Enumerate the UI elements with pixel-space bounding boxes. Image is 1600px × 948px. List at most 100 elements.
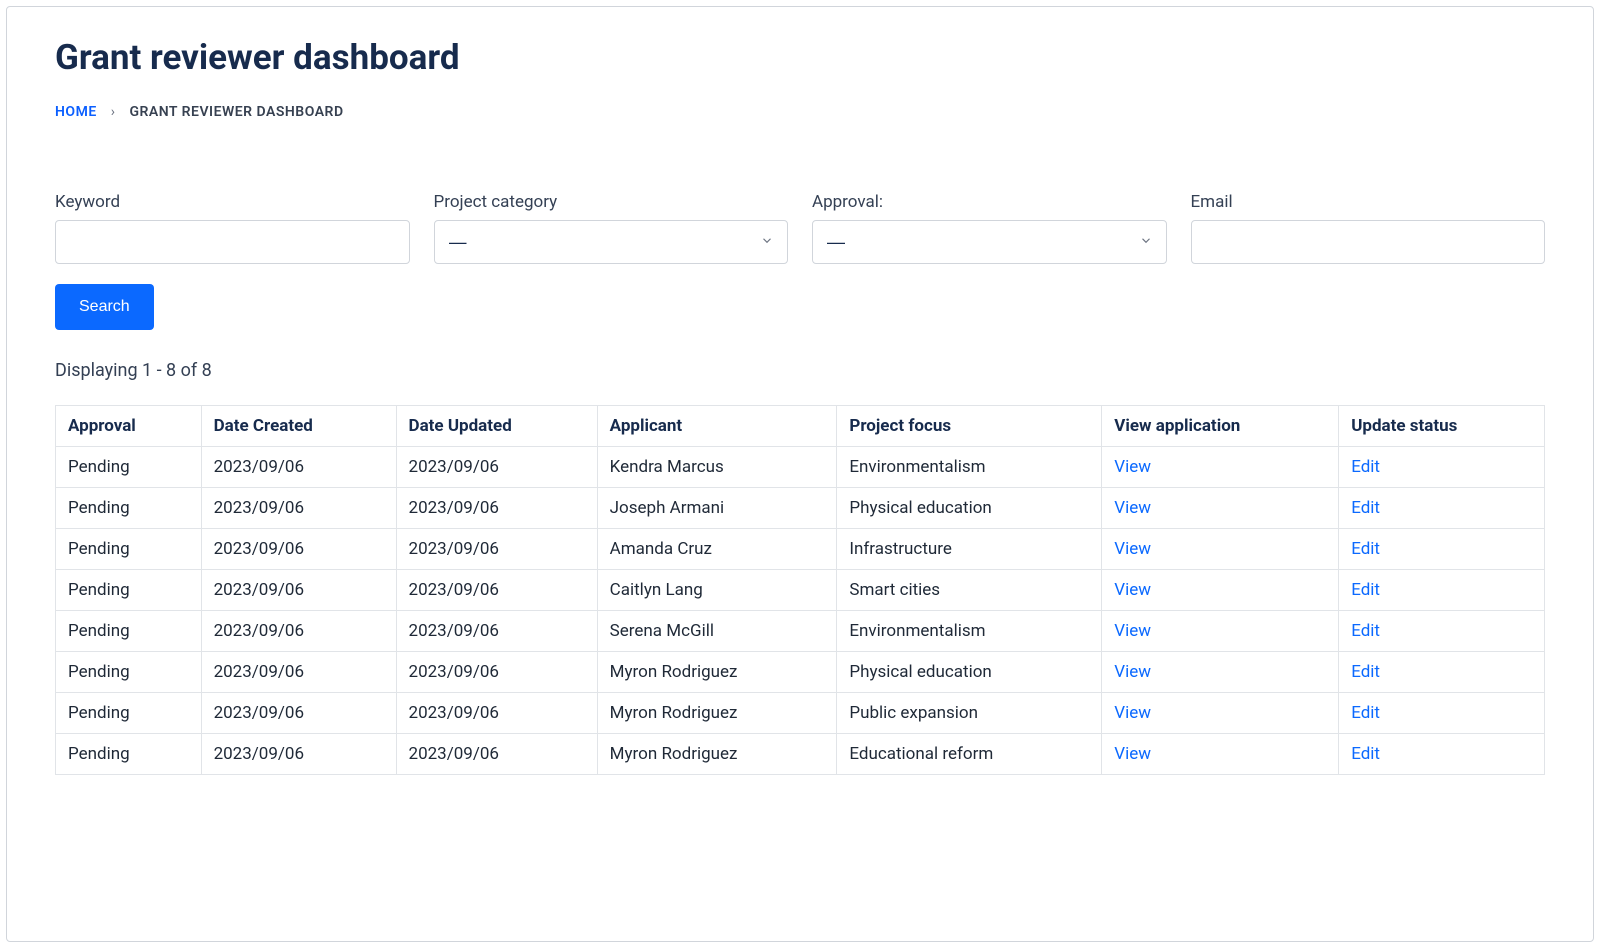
cell-applicant: Myron Rodriguez bbox=[597, 652, 837, 693]
cell-focus: Smart cities bbox=[837, 570, 1102, 611]
cell-focus: Environmentalism bbox=[837, 611, 1102, 652]
category-select[interactable]: — bbox=[434, 220, 789, 264]
cell-updated: 2023/09/06 bbox=[396, 734, 597, 775]
cell-created: 2023/09/06 bbox=[201, 611, 396, 652]
cell-view: View bbox=[1102, 734, 1339, 775]
table-row: Pending2023/09/062023/09/06Kendra Marcus… bbox=[56, 447, 1545, 488]
cell-applicant: Amanda Cruz bbox=[597, 529, 837, 570]
cell-created: 2023/09/06 bbox=[201, 570, 396, 611]
col-updated: Date Updated bbox=[396, 406, 597, 447]
cell-edit: Edit bbox=[1339, 693, 1545, 734]
cell-focus: Physical education bbox=[837, 652, 1102, 693]
cell-focus: Environmentalism bbox=[837, 447, 1102, 488]
table-row: Pending2023/09/062023/09/06Myron Rodrigu… bbox=[56, 693, 1545, 734]
cell-edit: Edit bbox=[1339, 447, 1545, 488]
breadcrumb-current: Grant reviewer dashboard bbox=[129, 104, 343, 120]
cell-edit: Edit bbox=[1339, 734, 1545, 775]
cell-view: View bbox=[1102, 529, 1339, 570]
page-title: Grant reviewer dashboard bbox=[55, 37, 1545, 78]
breadcrumb: Home › Grant reviewer dashboard bbox=[55, 104, 1545, 120]
cell-updated: 2023/09/06 bbox=[396, 447, 597, 488]
table-row: Pending2023/09/062023/09/06Caitlyn LangS… bbox=[56, 570, 1545, 611]
cell-view: View bbox=[1102, 488, 1339, 529]
view-link[interactable]: View bbox=[1114, 457, 1151, 477]
view-link[interactable]: View bbox=[1114, 621, 1151, 641]
edit-link[interactable]: Edit bbox=[1351, 457, 1380, 477]
col-focus: Project focus bbox=[837, 406, 1102, 447]
approval-select[interactable]: — bbox=[812, 220, 1167, 264]
cell-created: 2023/09/06 bbox=[201, 652, 396, 693]
cell-edit: Edit bbox=[1339, 611, 1545, 652]
edit-link[interactable]: Edit bbox=[1351, 662, 1380, 682]
cell-approval: Pending bbox=[56, 529, 202, 570]
cell-edit: Edit bbox=[1339, 570, 1545, 611]
cell-approval: Pending bbox=[56, 652, 202, 693]
table-row: Pending2023/09/062023/09/06Myron Rodrigu… bbox=[56, 652, 1545, 693]
col-view: View application bbox=[1102, 406, 1339, 447]
cell-updated: 2023/09/06 bbox=[396, 488, 597, 529]
keyword-label: Keyword bbox=[55, 192, 410, 212]
edit-link[interactable]: Edit bbox=[1351, 744, 1380, 764]
cell-created: 2023/09/06 bbox=[201, 447, 396, 488]
search-button[interactable]: Search bbox=[55, 284, 154, 330]
cell-approval: Pending bbox=[56, 447, 202, 488]
edit-link[interactable]: Edit bbox=[1351, 580, 1380, 600]
cell-created: 2023/09/06 bbox=[201, 693, 396, 734]
cell-approval: Pending bbox=[56, 488, 202, 529]
cell-updated: 2023/09/06 bbox=[396, 652, 597, 693]
view-link[interactable]: View bbox=[1114, 703, 1151, 723]
view-link[interactable]: View bbox=[1114, 539, 1151, 559]
email-label: Email bbox=[1191, 192, 1546, 212]
cell-view: View bbox=[1102, 693, 1339, 734]
cell-applicant: Myron Rodriguez bbox=[597, 693, 837, 734]
edit-link[interactable]: Edit bbox=[1351, 498, 1380, 518]
cell-updated: 2023/09/06 bbox=[396, 529, 597, 570]
keyword-input[interactable] bbox=[55, 220, 410, 264]
applications-table: Approval Date Created Date Updated Appli… bbox=[55, 405, 1545, 775]
email-input[interactable] bbox=[1191, 220, 1546, 264]
cell-updated: 2023/09/06 bbox=[396, 611, 597, 652]
cell-approval: Pending bbox=[56, 570, 202, 611]
view-link[interactable]: View bbox=[1114, 662, 1151, 682]
edit-link[interactable]: Edit bbox=[1351, 539, 1380, 559]
table-row: Pending2023/09/062023/09/06Myron Rodrigu… bbox=[56, 734, 1545, 775]
cell-applicant: Caitlyn Lang bbox=[597, 570, 837, 611]
chevron-right-icon: › bbox=[111, 104, 116, 120]
view-link[interactable]: View bbox=[1114, 498, 1151, 518]
cell-edit: Edit bbox=[1339, 652, 1545, 693]
cell-view: View bbox=[1102, 447, 1339, 488]
cell-view: View bbox=[1102, 570, 1339, 611]
results-summary: Displaying 1 - 8 of 8 bbox=[55, 360, 1545, 381]
approval-label: Approval: bbox=[812, 192, 1167, 212]
view-link[interactable]: View bbox=[1114, 744, 1151, 764]
cell-focus: Educational reform bbox=[837, 734, 1102, 775]
edit-link[interactable]: Edit bbox=[1351, 621, 1380, 641]
cell-approval: Pending bbox=[56, 693, 202, 734]
cell-focus: Infrastructure bbox=[837, 529, 1102, 570]
cell-applicant: Kendra Marcus bbox=[597, 447, 837, 488]
cell-updated: 2023/09/06 bbox=[396, 693, 597, 734]
col-update: Update status bbox=[1339, 406, 1545, 447]
cell-approval: Pending bbox=[56, 734, 202, 775]
cell-applicant: Myron Rodriguez bbox=[597, 734, 837, 775]
cell-applicant: Joseph Armani bbox=[597, 488, 837, 529]
col-applicant: Applicant bbox=[597, 406, 837, 447]
cell-updated: 2023/09/06 bbox=[396, 570, 597, 611]
cell-edit: Edit bbox=[1339, 529, 1545, 570]
breadcrumb-home-link[interactable]: Home bbox=[55, 104, 97, 120]
category-label: Project category bbox=[434, 192, 789, 212]
table-row: Pending2023/09/062023/09/06Joseph Armani… bbox=[56, 488, 1545, 529]
cell-focus: Physical education bbox=[837, 488, 1102, 529]
cell-edit: Edit bbox=[1339, 488, 1545, 529]
col-approval: Approval bbox=[56, 406, 202, 447]
cell-created: 2023/09/06 bbox=[201, 734, 396, 775]
cell-applicant: Serena McGill bbox=[597, 611, 837, 652]
cell-created: 2023/09/06 bbox=[201, 529, 396, 570]
edit-link[interactable]: Edit bbox=[1351, 703, 1380, 723]
cell-view: View bbox=[1102, 611, 1339, 652]
cell-approval: Pending bbox=[56, 611, 202, 652]
filters-row: Keyword Project category — Approval: — bbox=[55, 192, 1545, 264]
view-link[interactable]: View bbox=[1114, 580, 1151, 600]
cell-focus: Public expansion bbox=[837, 693, 1102, 734]
cell-created: 2023/09/06 bbox=[201, 488, 396, 529]
